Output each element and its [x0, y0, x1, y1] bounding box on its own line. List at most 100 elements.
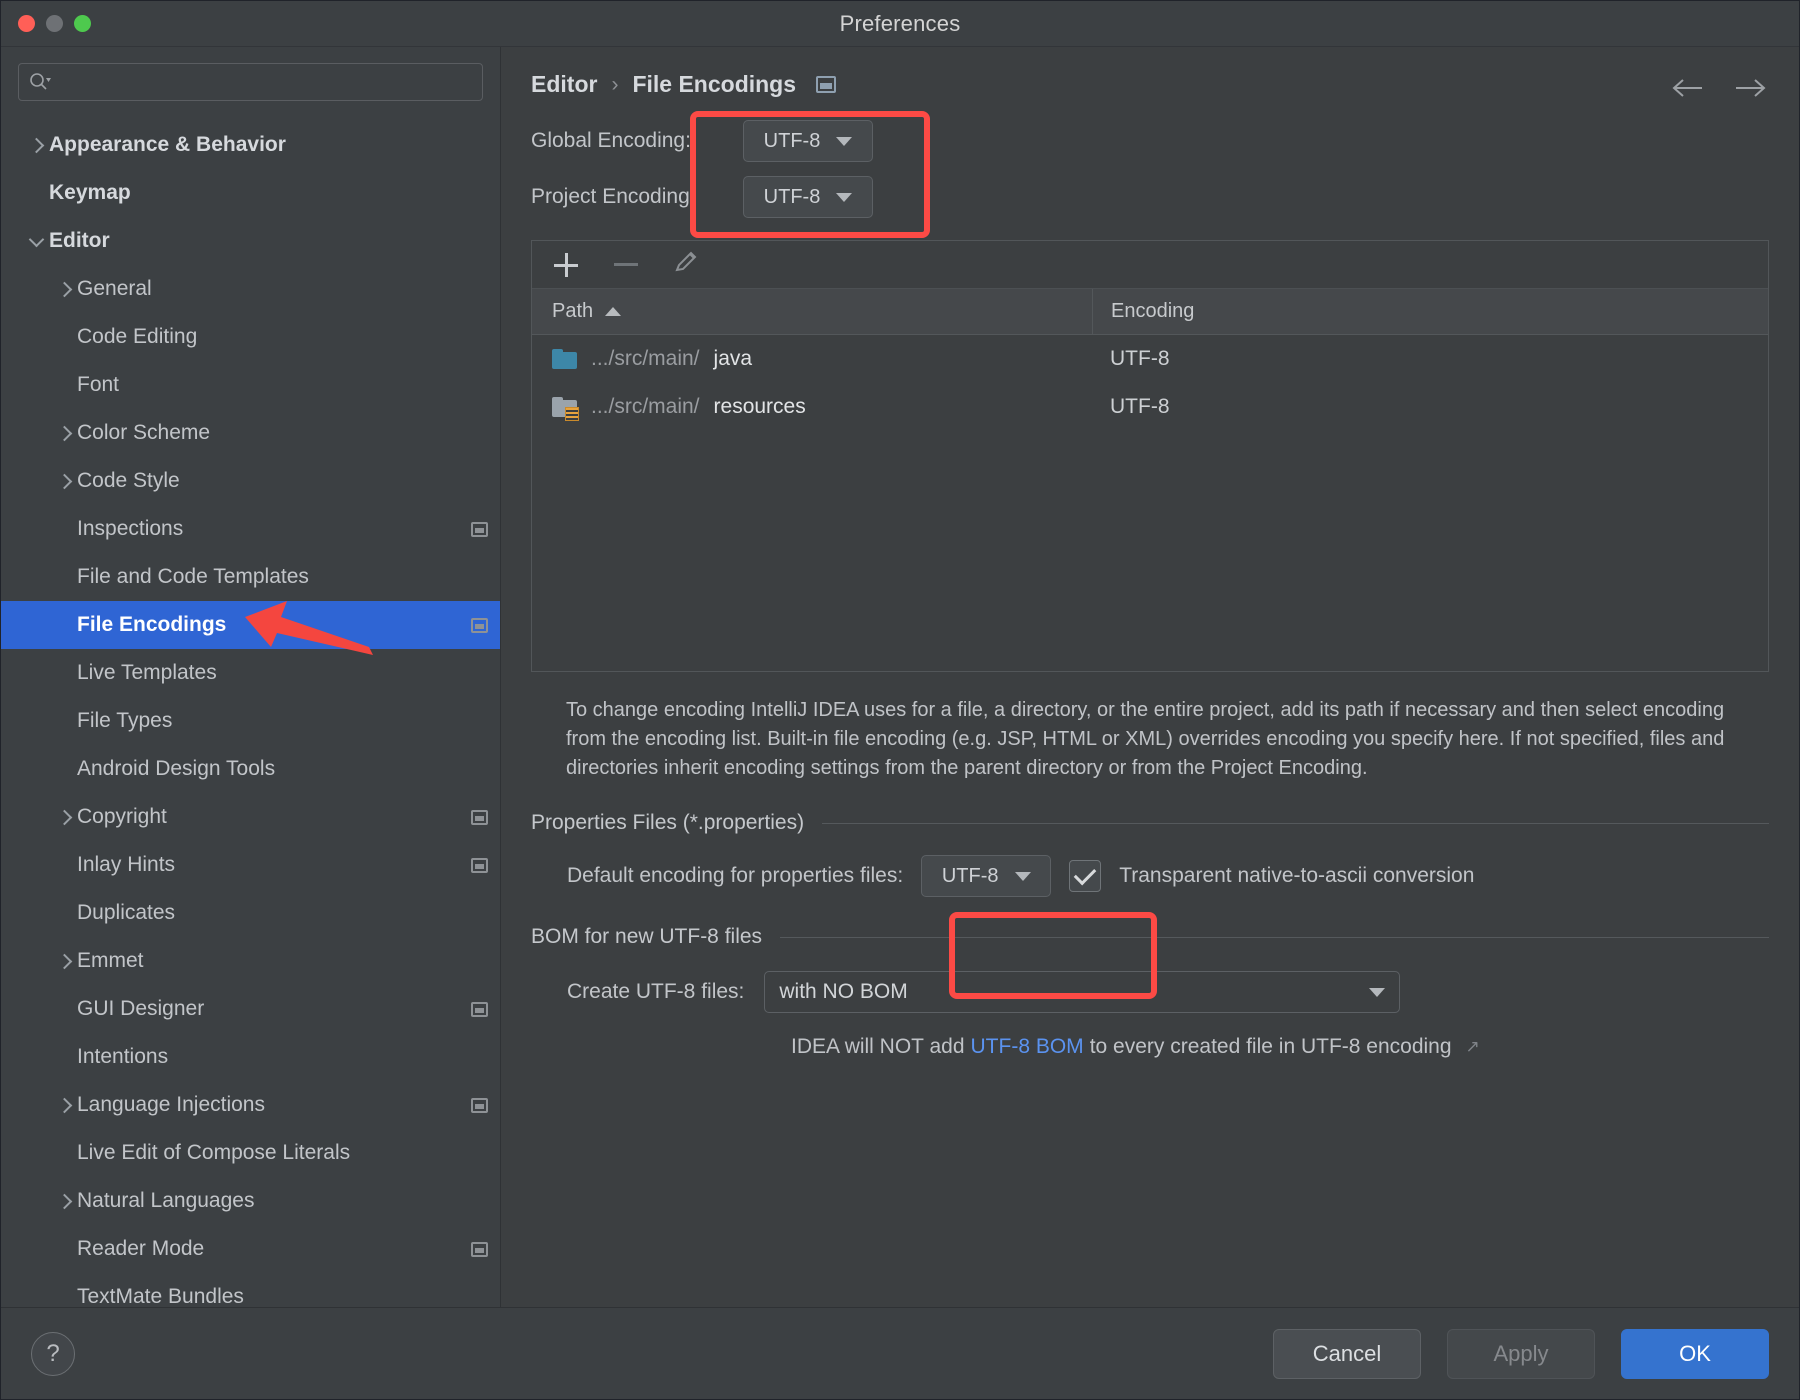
arrow-right-icon[interactable]	[1733, 77, 1767, 99]
sidebar-item-code-editing[interactable]: Code Editing	[1, 313, 500, 361]
table-toolbar	[532, 241, 1768, 289]
edit-path-button[interactable]	[672, 251, 700, 279]
global-encoding-dropdown[interactable]: UTF-8	[743, 120, 873, 162]
project-scope-icon	[471, 1097, 488, 1113]
table-row[interactable]: .../src/main/java UTF-8	[532, 335, 1768, 383]
bom-create-dropdown[interactable]: with NO BOM	[764, 971, 1401, 1013]
project-scope-icon[interactable]	[816, 76, 837, 93]
sidebar-item-color-scheme[interactable]: Color Scheme	[1, 409, 500, 457]
global-encoding-label: Global Encoding:	[531, 129, 691, 152]
sidebar-item-editor[interactable]: Editor	[1, 217, 500, 265]
check-icon	[1073, 862, 1097, 886]
sidebar-item-gui-designer[interactable]: GUI Designer	[1, 985, 500, 1033]
bom-create-label: Create UTF-8 files:	[567, 980, 745, 1003]
cancel-button[interactable]: Cancel	[1273, 1328, 1421, 1379]
project-encoding-dropdown[interactable]: UTF-8	[743, 176, 873, 218]
ok-button[interactable]: OK	[1621, 1328, 1769, 1379]
sidebar-item-natural-languages[interactable]: Natural Languages	[1, 1177, 500, 1225]
chevron-down-icon[interactable]	[23, 231, 49, 247]
sidebar-item-label: Live Templates	[77, 661, 217, 684]
search-box[interactable]	[18, 63, 483, 101]
chevron-right-icon[interactable]	[51, 425, 77, 441]
sidebar-item-label: Editor	[49, 229, 110, 252]
table-cell-path-name: resources	[713, 395, 806, 418]
chevron-right-icon[interactable]	[51, 953, 77, 969]
sidebar-item-textmate-bundles[interactable]: TextMate Bundles	[1, 1273, 500, 1307]
sidebar-item-label: General	[77, 277, 152, 300]
table-cell-path-name: java	[713, 347, 753, 370]
help-button[interactable]: ?	[31, 1331, 75, 1376]
column-header-path[interactable]: Path	[532, 300, 1092, 323]
chevron-right-icon[interactable]	[23, 137, 49, 153]
external-link-icon[interactable]: ↗	[1466, 1037, 1480, 1057]
description-text: To change encoding IntelliJ IDEA uses fo…	[566, 699, 1725, 779]
project-encoding-row: Project Encoding: UTF-8	[531, 176, 1769, 218]
chevron-right-icon[interactable]	[51, 281, 77, 297]
chevron-right-icon[interactable]	[51, 1193, 77, 1209]
sidebar-item-font[interactable]: Font	[1, 361, 500, 409]
sidebar-item-file-types[interactable]: File Types	[1, 697, 500, 745]
properties-encoding-dropdown[interactable]: UTF-8	[921, 855, 1052, 897]
sidebar-item-reader-mode[interactable]: Reader Mode	[1, 1225, 500, 1273]
sidebar-item-emmet[interactable]: Emmet	[1, 937, 500, 985]
project-scope-icon	[471, 809, 488, 825]
folder-source-icon	[552, 349, 577, 369]
table-cell-path: .../src/main/resources	[532, 395, 1092, 421]
properties-section-title: Properties Files (*.properties)	[531, 811, 805, 834]
sidebar-item-appearance-behavior[interactable]: Appearance & Behavior	[1, 121, 500, 169]
sidebar-item-duplicates[interactable]: Duplicates	[1, 889, 500, 937]
sidebar-item-code-style[interactable]: Code Style	[1, 457, 500, 505]
apply-button[interactable]: Apply	[1447, 1328, 1595, 1379]
sidebar-item-android-design-tools[interactable]: Android Design Tools	[1, 745, 500, 793]
table-cell-encoding[interactable]: UTF-8	[1092, 395, 1768, 419]
window-title: Preferences	[839, 10, 961, 36]
minus-icon	[614, 263, 638, 266]
sidebar-item-inlay-hints[interactable]: Inlay Hints	[1, 841, 500, 889]
sidebar-item-file-encodings[interactable]: File Encodings	[1, 601, 500, 649]
sidebar-item-inspections[interactable]: Inspections	[1, 505, 500, 553]
breadcrumb-separator: ›	[611, 72, 619, 96]
transparent-conversion-checkbox[interactable]	[1069, 860, 1102, 892]
column-header-encoding-label: Encoding	[1111, 300, 1195, 322]
sidebar-item-keymap[interactable]: Keymap	[1, 169, 500, 217]
settings-sidebar: Appearance & Behavior Keymap Editor General…	[1, 47, 501, 1307]
chevron-down-icon	[1369, 987, 1386, 997]
sidebar-item-live-templates[interactable]: Live Templates	[1, 649, 500, 697]
properties-section-header: Properties Files (*.properties)	[531, 811, 1769, 835]
column-header-encoding[interactable]: Encoding	[1092, 289, 1768, 334]
chevron-right-icon[interactable]	[51, 1097, 77, 1113]
page-title: File Encodings	[632, 71, 797, 97]
sidebar-item-label: Keymap	[49, 181, 131, 204]
project-scope-icon	[471, 617, 488, 633]
settings-tree[interactable]: Appearance & Behavior Keymap Editor General…	[1, 111, 500, 1307]
search-input[interactable]	[57, 71, 472, 93]
sidebar-item-file-and-code-templates[interactable]: File and Code Templates	[1, 553, 500, 601]
bom-note-link[interactable]: UTF-8 BOM	[971, 1035, 1084, 1059]
settings-detail-panel: Editor › File Encodings Global Encoding:…	[501, 47, 1799, 1307]
sidebar-item-live-edit-of-compose-literals[interactable]: Live Edit of Compose Literals	[1, 1129, 500, 1177]
table-cell-path: .../src/main/java	[532, 347, 1092, 371]
bom-section-title: BOM for new UTF-8 files	[531, 925, 763, 948]
chevron-right-icon[interactable]	[51, 473, 77, 489]
add-path-button[interactable]	[552, 251, 580, 279]
remove-path-button[interactable]	[612, 251, 640, 279]
sidebar-item-intentions[interactable]: Intentions	[1, 1033, 500, 1081]
chevron-right-icon[interactable]	[51, 809, 77, 825]
section-divider	[822, 822, 1769, 824]
project-scope-icon	[471, 857, 488, 873]
bom-create-value: with NO BOM	[779, 980, 908, 1003]
arrow-left-icon[interactable]	[1671, 77, 1705, 99]
sidebar-item-general[interactable]: General	[1, 265, 500, 313]
properties-encoding-row: Default encoding for properties files: U…	[531, 855, 1769, 897]
table-cell-encoding[interactable]: UTF-8	[1092, 347, 1768, 371]
sidebar-item-label: Live Edit of Compose Literals	[77, 1141, 351, 1164]
sidebar-item-language-injections[interactable]: Language Injections	[1, 1081, 500, 1129]
preferences-window: Preferences Appearance & Behavior Keymap E	[0, 0, 1800, 1400]
sidebar-item-label: Copyright	[77, 805, 167, 828]
sidebar-item-label: Natural Languages	[77, 1189, 255, 1212]
sidebar-item-label: Code Editing	[77, 325, 198, 348]
sidebar-item-copyright[interactable]: Copyright	[1, 793, 500, 841]
table-row[interactable]: .../src/main/resources UTF-8	[532, 383, 1768, 431]
breadcrumb-parent[interactable]: Editor	[531, 71, 597, 98]
sidebar-item-label: File Encodings	[77, 613, 227, 636]
